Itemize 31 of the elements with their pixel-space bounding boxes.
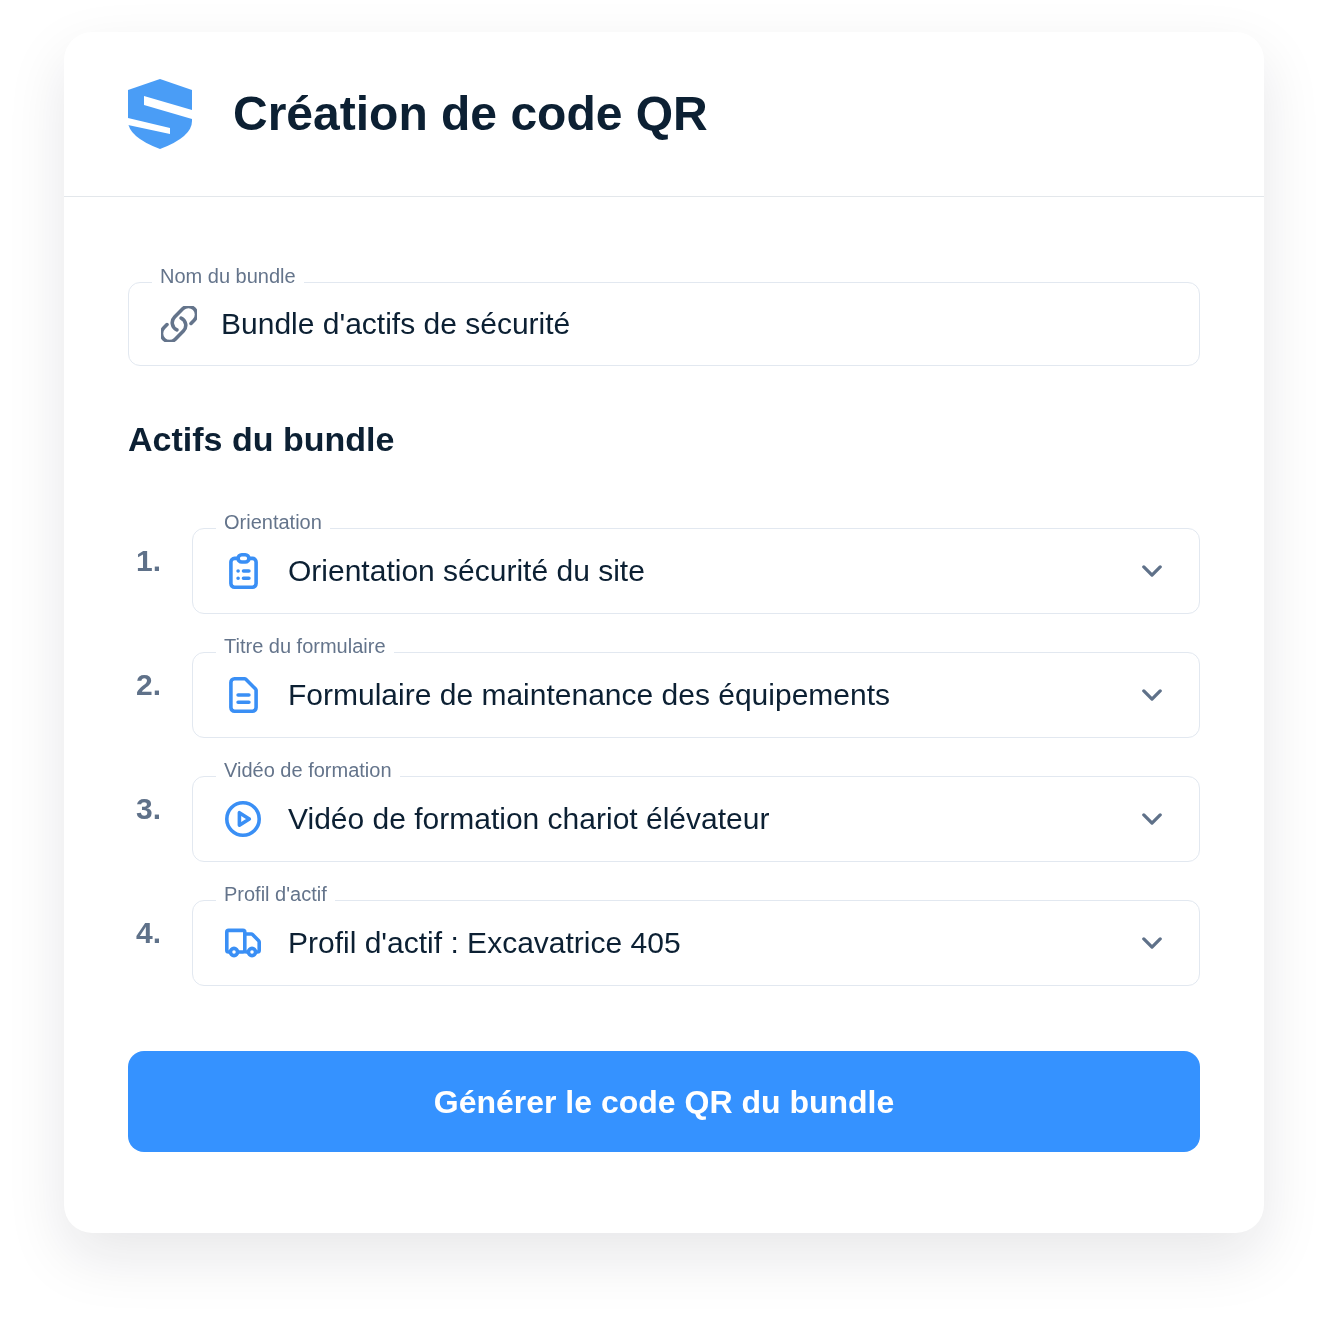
item-number: 2. (135, 667, 163, 703)
field-label: Nom du bundle (159, 266, 297, 289)
selected-value: Profil d'actif : Excavatrice 405 (288, 925, 681, 961)
dropdown-field[interactable]: Titre du formulaire Formulaire de maintenance des équipements (192, 636, 1200, 738)
chevron-down-icon (1142, 689, 1162, 701)
selected-value: Formulaire de maintenance des équipements (288, 677, 890, 713)
field-label: Orientation (223, 512, 323, 535)
shield-logo (128, 79, 192, 149)
clipboard-list-icon (228, 553, 258, 589)
link-icon (161, 306, 197, 342)
field-value: Bundle d'actifs de sécurité (221, 306, 571, 342)
dropdown-field[interactable]: Profil d'actif Profil d'actif : Excavatrice 405 (192, 884, 1200, 986)
dropdown-field[interactable]: Orientation Orientation sécurité du site (192, 512, 1200, 614)
page-title: Création de code QR (233, 86, 708, 142)
text-field[interactable]: Nom du bundle Bundle d'actifs de sécurité (128, 266, 1200, 366)
field-label: Titre du formulaire (223, 636, 387, 659)
chevron-down-icon (1142, 813, 1162, 825)
item-number: 3. (135, 791, 163, 827)
chevron-down-icon (1142, 937, 1162, 949)
item-number: 4. (135, 915, 163, 951)
selected-value: Orientation sécurité du site (288, 553, 645, 589)
item-number: 1. (135, 543, 163, 579)
truck-icon (225, 928, 261, 958)
section-heading: Actifs du bundle (128, 419, 396, 460)
chevron-down-icon (1142, 565, 1162, 577)
play-circle-icon (225, 801, 261, 837)
field-label: Vidéo de formation (223, 760, 393, 783)
dropdown-field[interactable]: Vidéo de formation Vidéo de formation chariot élévateur (192, 760, 1200, 862)
document-icon (228, 677, 258, 713)
selected-value: Vidéo de formation chariot élévateur (288, 801, 770, 837)
field-label: Profil d'actif (223, 884, 328, 907)
